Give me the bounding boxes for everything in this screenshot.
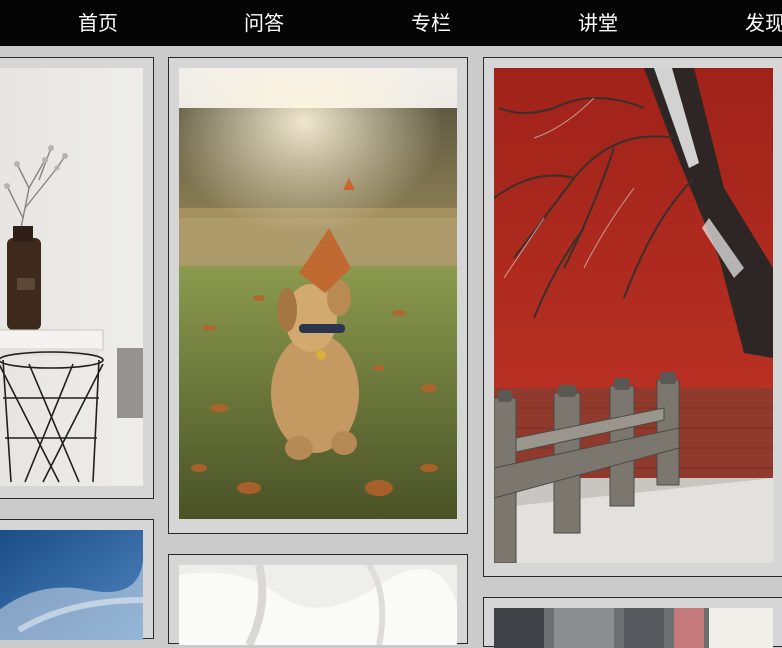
photo-card[interactable] (0, 519, 154, 640)
nav-item-columns[interactable]: 专栏 (411, 0, 451, 46)
photo-vase-stool (0, 68, 143, 486)
photo-white-fabric (179, 565, 457, 645)
photo-puppy-autumn (179, 68, 457, 519)
photo-card[interactable] (168, 57, 468, 534)
nav-item-lectures[interactable]: 讲堂 (578, 0, 618, 46)
nav-item-home[interactable]: 首页 (78, 0, 118, 46)
nav-item-discover[interactable]: 发现 (745, 0, 782, 46)
photo-red-wall-tree (494, 68, 773, 563)
photo-card[interactable] (168, 554, 468, 645)
top-nav-bar: 首页 问答 专栏 讲堂 发现 (0, 0, 782, 46)
photo-card[interactable] (483, 57, 782, 577)
photo-city-street (494, 608, 773, 648)
photo-card[interactable] (0, 57, 154, 499)
photo-card[interactable] (483, 597, 782, 648)
nav-item-questions[interactable]: 问答 (244, 0, 284, 46)
photo-blue-sky (0, 530, 143, 640)
